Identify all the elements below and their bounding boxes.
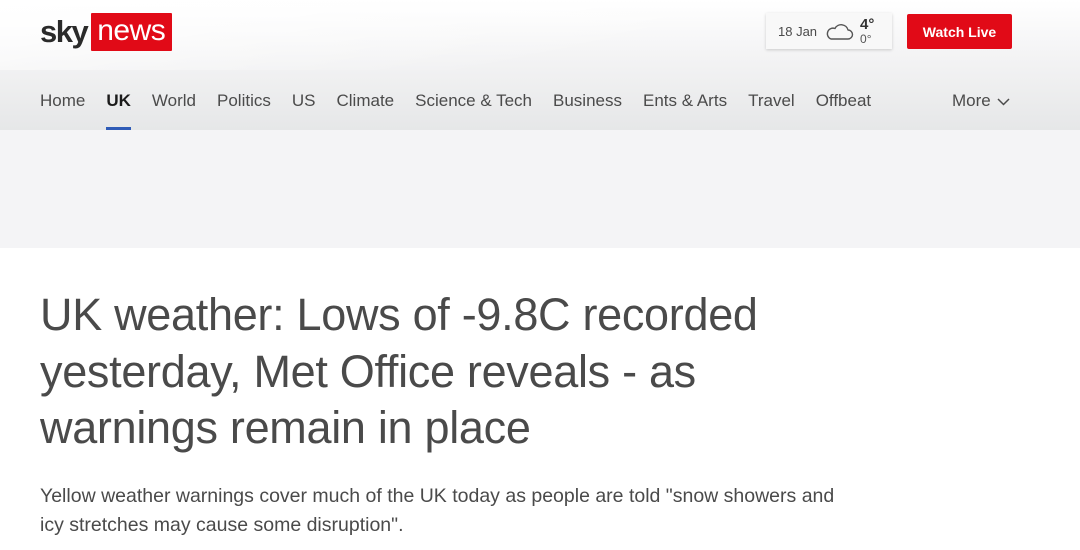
article-headline: UK weather: Lows of -9.8C recorded yeste… bbox=[40, 289, 758, 453]
advert-banner-placeholder bbox=[0, 130, 1080, 248]
article-standfirst: Yellow weather warnings cover much of th… bbox=[40, 484, 835, 536]
nav-item-us[interactable]: US bbox=[292, 82, 316, 130]
temp-high: 4° bbox=[860, 15, 875, 33]
nav-item-world[interactable]: World bbox=[152, 82, 196, 130]
weather-widget[interactable]: 18 Jan 4° 0° bbox=[766, 13, 892, 49]
temperature-readout: 4° 0° bbox=[860, 15, 875, 46]
sky-news-logo[interactable]: sky news bbox=[40, 13, 173, 51]
nav-item-science-tech[interactable]: Science & Tech bbox=[415, 82, 532, 130]
nav-item-uk[interactable]: UK bbox=[106, 82, 131, 130]
nav-more-label: More bbox=[952, 91, 991, 110]
logo-news-text: news bbox=[91, 13, 173, 51]
weather-date: 18 Jan bbox=[778, 23, 818, 39]
watch-live-button[interactable]: Watch Live bbox=[907, 14, 1012, 49]
temp-low: 0° bbox=[860, 31, 872, 46]
nav-item-offbeat[interactable]: Offbeat bbox=[816, 82, 871, 130]
cloud-icon bbox=[826, 24, 854, 40]
main-nav: Home UK World Politics US Climate Scienc… bbox=[40, 82, 892, 130]
nav-item-ents-arts[interactable]: Ents & Arts bbox=[643, 82, 727, 130]
nav-item-home[interactable]: Home bbox=[40, 82, 85, 130]
chevron-down-icon bbox=[997, 97, 1010, 106]
nav-more-button[interactable]: More bbox=[952, 82, 1010, 120]
logo-sky-text: sky bbox=[40, 14, 89, 49]
nav-item-travel[interactable]: Travel bbox=[748, 82, 795, 130]
article: UK weather: Lows of -9.8C recorded yeste… bbox=[0, 248, 1080, 540]
nav-item-politics[interactable]: Politics bbox=[217, 82, 271, 130]
nav-item-climate[interactable]: Climate bbox=[337, 82, 395, 130]
site-header: sky news 18 Jan 4° 0° Watch Live Home UK… bbox=[0, 0, 1080, 130]
nav-item-business[interactable]: Business bbox=[553, 82, 622, 130]
